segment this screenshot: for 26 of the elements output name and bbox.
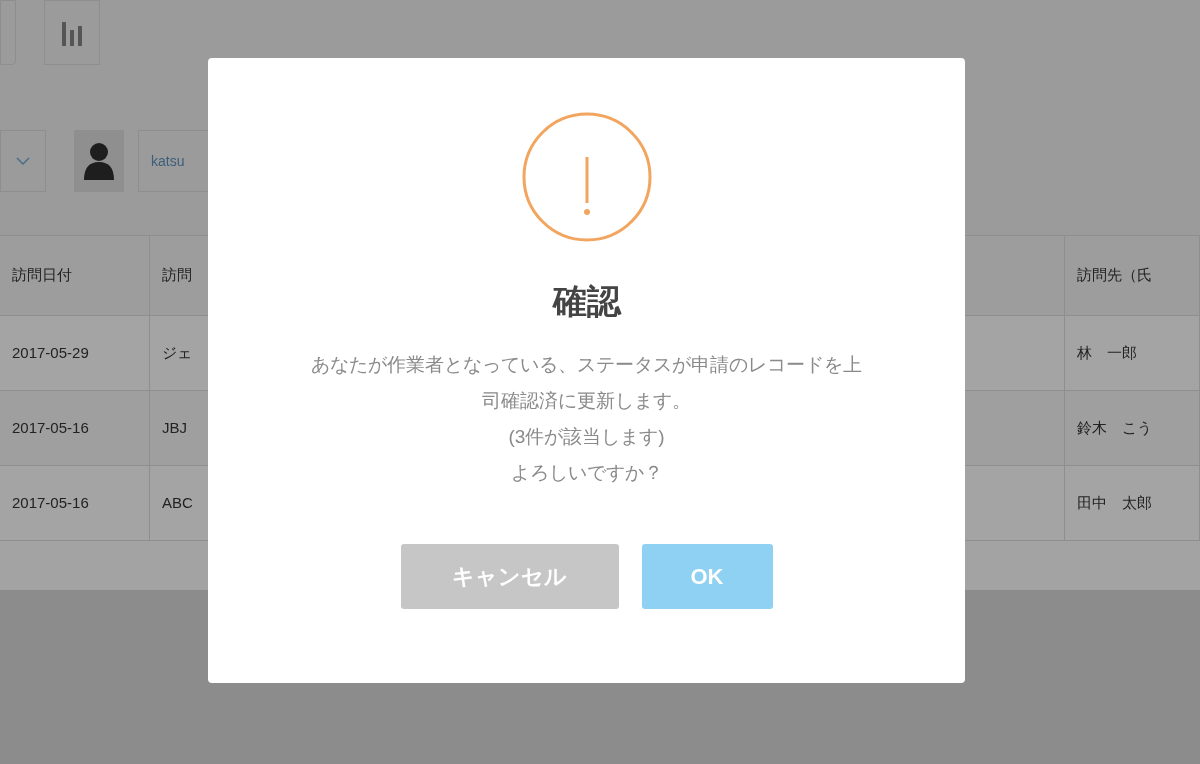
- message-text: 司確認済に更新します。: [482, 389, 691, 413]
- table-cell-text: 林 一郎: [1077, 342, 1137, 363]
- column-header: 訪問: [162, 265, 192, 286]
- table-cell-text: 鈴木 こう: [1077, 417, 1152, 438]
- table-cell-text: ジェ: [162, 342, 192, 363]
- column-header: 訪問先（氏: [1077, 265, 1152, 286]
- table-cell-text: 2017-05-16: [12, 417, 89, 438]
- ok-button[interactable]: OK: [641, 544, 773, 609]
- bar-chart-icon: [60, 19, 84, 46]
- column-header: 訪問日付: [12, 265, 72, 286]
- table-cell-text: 2017-05-29: [12, 342, 89, 363]
- user-icon: [82, 142, 116, 181]
- table-cell-text: ABC: [162, 492, 193, 513]
- user-name: katsu: [151, 151, 185, 171]
- message-text: (3件が該当します): [508, 425, 665, 449]
- chart-button[interactable]: [44, 0, 100, 65]
- dropdown-button[interactable]: [0, 130, 46, 193]
- warning-icon: [521, 112, 652, 242]
- chevron-down-icon: [16, 157, 30, 166]
- message-text: よろしいですか？: [510, 461, 663, 485]
- cancel-button[interactable]: キャンセル: [400, 544, 619, 609]
- table-cell-text: 2017-05-16: [12, 492, 89, 513]
- table-cell-text: JBJ: [162, 417, 187, 438]
- message-text: あなたが作業者となっている、ステータスが申請のレコードを上: [311, 353, 862, 377]
- dialog-title: 確認: [552, 284, 621, 318]
- table-cell-text: 田中 太郎: [1077, 492, 1152, 513]
